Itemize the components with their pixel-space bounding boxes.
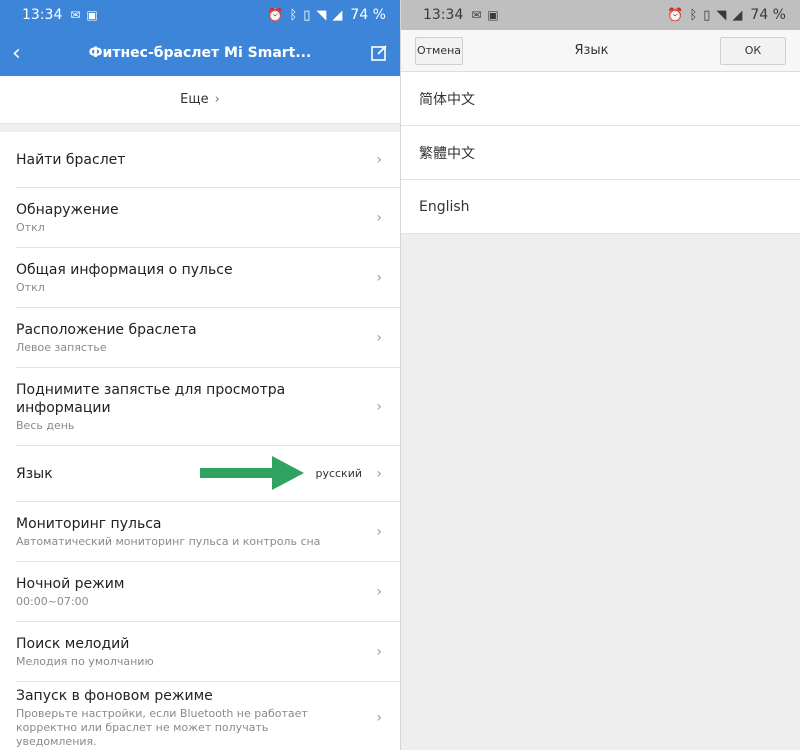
edit-icon[interactable]: [364, 44, 388, 62]
ok-button[interactable]: ОК: [720, 36, 786, 65]
item-subtitle: Откл: [16, 280, 45, 294]
settings-list: Найти браслет › Обнаружение Откл › Общая…: [0, 132, 400, 750]
wifi-icon: ◥: [316, 7, 327, 23]
dialog-header: Отмена Язык ОК: [401, 30, 800, 72]
signal-icon: ◢: [332, 7, 343, 23]
chevron-right-icon: ›: [376, 398, 382, 415]
item-title: Запуск в фоновом режиме: [16, 688, 213, 704]
status-time: 13:34: [423, 7, 464, 23]
annotation-arrow-icon: [200, 456, 304, 490]
item-subtitle: Весь день: [16, 418, 75, 432]
item-title: Общая информация о пульсе: [16, 261, 233, 278]
settings-item-find-band[interactable]: Найти браслет ›: [16, 132, 400, 188]
language-option-traditional-chinese[interactable]: 繁體中文: [401, 126, 800, 180]
chevron-right-icon: ›: [376, 209, 382, 226]
item-subtitle: 00:00~07:00: [16, 594, 89, 608]
settings-screen: 13:34 ✉ ▣ ⏰ ᛒ ▯ ◥ ◢ 74 % ‹ Фитнес-брасле…: [0, 0, 400, 750]
settings-item-discovery[interactable]: Обнаружение Откл ›: [16, 188, 400, 248]
chevron-right-icon: ›: [376, 583, 382, 600]
chevron-right-icon: ›: [376, 523, 382, 540]
alarm-icon: ⏰: [667, 7, 684, 23]
status-time: 13:34: [22, 7, 63, 23]
page-title: Фитнес-браслет Mi Smart...: [88, 45, 312, 61]
item-subtitle: Откл: [16, 220, 45, 234]
item-title: Поиск мелодий: [16, 635, 130, 652]
chevron-right-icon: ›: [214, 92, 220, 107]
vibrate-icon: ▯: [303, 7, 311, 23]
bluetooth-icon: ᛒ: [289, 7, 298, 23]
item-subtitle: Проверьте настройки, если Bluetooth не р…: [16, 707, 308, 748]
item-title: Мониторинг пульса: [16, 515, 162, 532]
app-notification-icon: ▣: [487, 8, 499, 22]
app-notification-icon: ▣: [86, 8, 98, 22]
wifi-icon: ◥: [716, 7, 727, 23]
language-picker-screen: 13:34 ✉ ▣ ⏰ ᛒ ▯ ◥ ◢ 74 % Отмена Язык ОК …: [400, 0, 800, 750]
mail-icon: ✉: [70, 8, 81, 22]
more-button[interactable]: Еще ›: [0, 76, 400, 124]
chevron-right-icon: ›: [376, 329, 382, 346]
chevron-right-icon: ›: [376, 151, 382, 168]
more-label: Еще: [180, 92, 209, 107]
settings-item-heart-rate-info[interactable]: Общая информация о пульсе Откл ›: [16, 248, 400, 308]
item-title: Поднимите запястье для просмотра информа…: [16, 381, 286, 416]
dialog-title: Язык: [574, 43, 609, 58]
mail-icon: ✉: [471, 8, 482, 22]
item-subtitle: Автоматический мониторинг пульса и контр…: [16, 534, 321, 548]
item-subtitle: Мелодия по умолчанию: [16, 654, 154, 668]
back-icon[interactable]: ‹: [12, 41, 36, 66]
settings-item-band-location[interactable]: Расположение браслета Левое запястье ›: [16, 308, 400, 368]
battery-level: 74 %: [350, 7, 386, 23]
battery-level: 74 %: [750, 7, 786, 23]
bluetooth-icon: ᛒ: [689, 7, 698, 23]
settings-item-night-mode[interactable]: Ночной режим 00:00~07:00 ›: [16, 562, 400, 622]
chevron-right-icon: ›: [376, 710, 382, 726]
language-list: 简体中文 繁體中文 English: [401, 72, 800, 234]
settings-item-raise-wrist[interactable]: Поднимите запястье для просмотра информа…: [16, 368, 400, 446]
alarm-icon: ⏰: [267, 7, 284, 23]
cancel-button[interactable]: Отмена: [415, 36, 463, 65]
language-value: русский: [315, 467, 362, 480]
settings-item-ringtone[interactable]: Поиск мелодий Мелодия по умолчанию ›: [16, 622, 400, 682]
signal-icon: ◢: [732, 7, 743, 23]
chevron-right-icon: ›: [376, 643, 382, 660]
vibrate-icon: ▯: [703, 7, 711, 23]
language-option-english[interactable]: English: [401, 180, 800, 234]
status-bar: 13:34 ✉ ▣ ⏰ ᛒ ▯ ◥ ◢ 74 %: [401, 0, 800, 30]
status-bar: 13:34 ✉ ▣ ⏰ ᛒ ▯ ◥ ◢ 74 %: [0, 0, 400, 30]
item-subtitle: Левое запястье: [16, 340, 107, 354]
item-title: Найти браслет: [16, 151, 126, 168]
item-title: Обнаружение: [16, 201, 119, 218]
section-divider: [0, 124, 400, 132]
chevron-right-icon: ›: [376, 465, 382, 482]
language-option-simplified-chinese[interactable]: 简体中文: [401, 72, 800, 126]
item-title: Расположение браслета: [16, 321, 197, 338]
chevron-right-icon: ›: [376, 269, 382, 286]
settings-item-background-run[interactable]: Запуск в фоновом режиме Проверьте настро…: [16, 682, 400, 750]
item-title: Ночной режим: [16, 575, 125, 592]
app-header: ‹ Фитнес-браслет Mi Smart...: [0, 30, 400, 76]
settings-item-heart-monitoring[interactable]: Мониторинг пульса Автоматический монитор…: [16, 502, 400, 562]
